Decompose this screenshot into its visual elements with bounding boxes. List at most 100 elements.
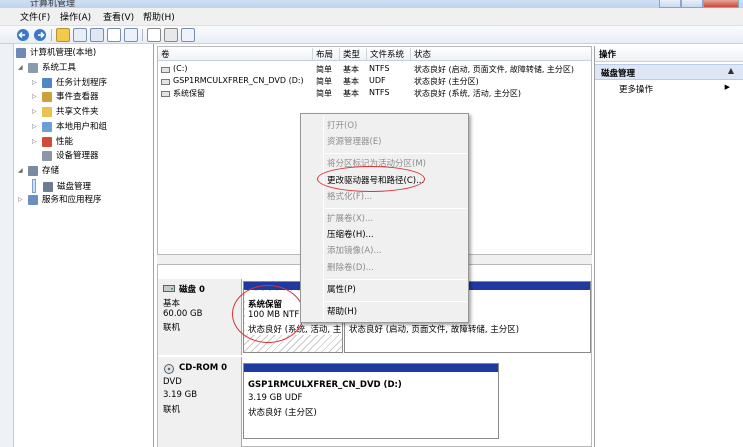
cd-drive-icon [163, 364, 175, 377]
cell-layout: 简单 [316, 77, 332, 86]
menu-separator [325, 301, 467, 302]
storage-icon [28, 165, 38, 176]
users-icon [42, 121, 52, 132]
actions-section-label: 磁盘管理 [601, 69, 636, 79]
context-menu-item[interactable]: 属性(P) [327, 283, 356, 295]
cdrom-0-size: 3.19 GB [163, 390, 198, 400]
help-icon[interactable] [107, 28, 121, 42]
arrow-right-icon [34, 29, 46, 41]
toolbar [0, 26, 743, 44]
disk-0-size: 60.00 GB [163, 309, 203, 319]
context-menu-item: 扩展卷(X)... [327, 214, 374, 224]
highlight-circle-menu-item [317, 166, 425, 192]
console-icon[interactable] [90, 28, 104, 42]
export-icon[interactable] [147, 28, 161, 42]
partition-status: 状态良好 (启动, 页面文件, 故障转储, 主分区) [349, 325, 520, 335]
collapsed-arrow-icon[interactable]: ▷ [32, 90, 37, 104]
partition-dvd[interactable]: GSP1RMCULXFRER_CN_DVD (D:) 3.19 GB UDF 状… [243, 363, 499, 439]
cell-status: 状态良好 (主分区) [414, 77, 479, 86]
tree-item-label: 事件查看器 [56, 92, 99, 103]
column-volume[interactable]: 卷 [158, 48, 313, 60]
menu-file[interactable]: 文件(F) [20, 10, 50, 23]
forward-button[interactable] [33, 28, 47, 42]
cell-filesystem: NTFS [369, 64, 390, 73]
tree-item-label: 系统工具 [42, 63, 77, 73]
disk-icon [43, 181, 53, 192]
cell-filesystem: UDF [369, 76, 386, 85]
collapsed-arrow-icon[interactable]: ▷ [32, 120, 37, 134]
show-tree-icon[interactable] [73, 28, 87, 42]
services-icon [28, 195, 38, 206]
tree-item[interactable]: 磁盘管理 [32, 178, 91, 193]
tree-item-label: 服务和应用程序 [42, 195, 102, 206]
tree-item-label: 本地用户和组 [56, 121, 108, 132]
menu-view[interactable]: 查看(V) [103, 10, 134, 23]
tree-item-label: 任务计划程序 [56, 77, 108, 88]
cell-type: 基本 [343, 65, 359, 74]
device-icon [42, 151, 52, 162]
disk-0-state: 联机 [163, 323, 181, 333]
volume-icon [161, 79, 170, 85]
toolbar-separator [142, 29, 143, 41]
cell-status: 状态良好 (系统, 活动, 主分区) [414, 89, 521, 98]
properties-icon[interactable] [124, 28, 138, 42]
disk-0-name: 磁盘 0 [179, 285, 205, 295]
performance-icon [42, 136, 52, 147]
tree-item-label: 设备管理器 [56, 151, 99, 162]
table-row[interactable]: (C:) 简单 基本 NTFS 状态良好 (启动, 页面文件, 故障转储, 主分区) [158, 64, 591, 76]
settings-icon[interactable] [181, 28, 195, 42]
context-menu-item[interactable]: 压缩卷(H)... [327, 228, 374, 240]
refresh-icon[interactable] [164, 28, 178, 42]
more-actions-label: 更多操作 [619, 85, 654, 95]
close-button[interactable] [703, 0, 739, 8]
volume-icon [161, 67, 170, 73]
column-type[interactable]: 类型 [340, 48, 367, 60]
context-menu-item: 删除卷(D)... [327, 262, 374, 273]
tree-item-label: 共享文件夹 [56, 107, 99, 118]
computer-management-icon [16, 48, 26, 58]
menu-gutter [323, 116, 324, 320]
menu-bar: 文件(F) 操作(A) 查看(V) 帮助(H) [0, 8, 743, 26]
title-bar: 计算机管理 [0, 0, 743, 9]
menu-separator [325, 278, 467, 280]
more-actions[interactable]: 更多操作 ▶ [595, 82, 743, 96]
cell-volume: (C:) [173, 64, 188, 73]
table-row[interactable]: GSP1RMCULXFRER_CN_DVD (D:) 简单 基本 UDF 状态良好 (主… [158, 76, 591, 88]
volume-column-header: 卷 布局 类型 文件系统 状态 [158, 47, 591, 61]
cell-filesystem: NTFS [369, 88, 390, 97]
context-menu-item[interactable]: 帮助(H) [327, 305, 357, 317]
collapsed-arrow-icon[interactable]: ▷ [32, 76, 37, 90]
maximize-button[interactable] [681, 0, 703, 8]
menu-separator [325, 208, 467, 209]
cell-type: 基本 [343, 89, 359, 98]
cell-type: 基本 [343, 77, 359, 86]
collapsed-arrow-icon[interactable]: ▷ [32, 135, 37, 149]
collapsed-arrow-icon[interactable]: ▷ [18, 193, 23, 207]
disk-icon [163, 284, 175, 296]
collapsed-arrow-icon[interactable]: ▷ [32, 105, 37, 119]
column-layout[interactable]: 布局 [313, 48, 340, 60]
cdrom-0-label[interactable]: CD-ROM 0 DVD 3.19 GB 联机 [158, 357, 242, 447]
column-filesystem[interactable]: 文件系统 [367, 48, 411, 60]
tree-root-label: 计算机管理(本地) [30, 48, 97, 58]
toolbar-separator [51, 29, 52, 41]
cell-layout: 简单 [316, 89, 332, 98]
expanded-arrow-icon[interactable]: ◢ [18, 61, 23, 75]
tree-item-label: 性能 [56, 136, 74, 147]
collapse-up-icon[interactable]: ▲ [728, 66, 734, 75]
disk-0-label[interactable]: 磁盘 0 基本 60.00 GB 联机 [158, 279, 242, 355]
cell-layout: 简单 [316, 65, 332, 74]
menu-action[interactable]: 操作(A) [60, 10, 91, 23]
context-menu-item: 打开(O) [327, 121, 358, 131]
back-button[interactable] [16, 28, 30, 42]
disk-0-kind: 基本 [163, 299, 181, 309]
actions-section-disk-management[interactable]: 磁盘管理 ▲ [595, 64, 743, 80]
partition-size: 3.19 GB UDF [248, 393, 303, 403]
minimize-button[interactable] [659, 0, 681, 8]
column-status[interactable]: 状态 [411, 48, 591, 60]
table-row[interactable]: 系统保留 简单 基本 NTFS 状态良好 (系统, 活动, 主分区) [158, 88, 591, 100]
expanded-arrow-icon[interactable]: ◢ [18, 164, 23, 178]
up-folder-icon[interactable] [56, 28, 70, 42]
menu-help[interactable]: 帮助(H) [143, 10, 175, 23]
highlight-circle-partition [232, 285, 304, 343]
